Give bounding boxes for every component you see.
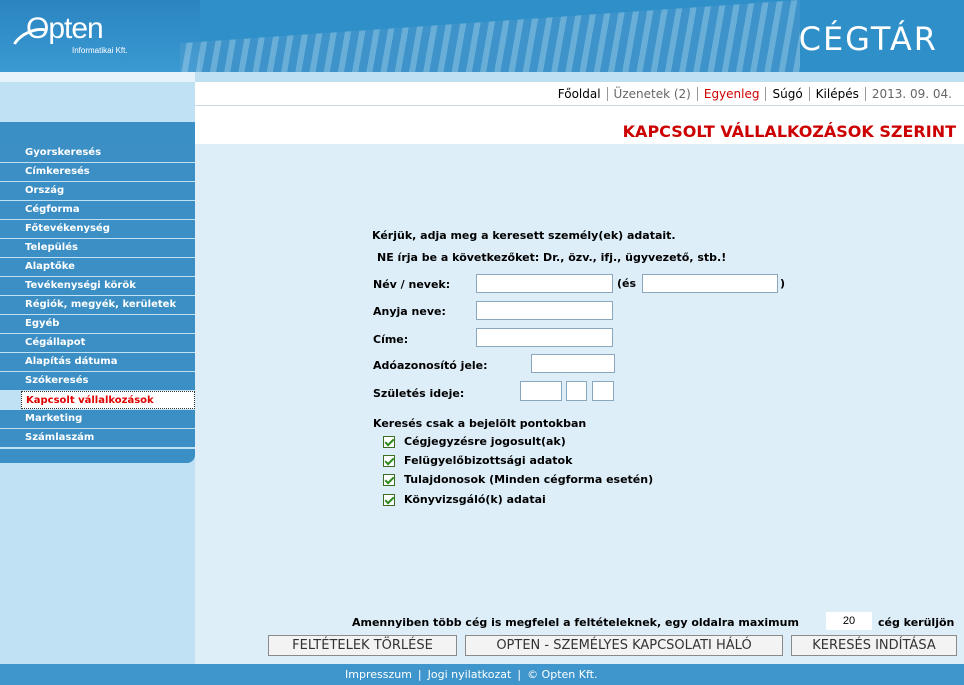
sidebar-item-szamlaszam[interactable]: Számlaszám bbox=[0, 429, 195, 447]
sidebar-menu: Gyorskeresés Címkeresés Ország Cégforma … bbox=[0, 144, 195, 448]
sidebar-item-orszag[interactable]: Ország bbox=[0, 182, 195, 200]
search-form-panel: Kérjük, adja meg a keresett személy(ek) … bbox=[195, 144, 964, 664]
sidebar-item-alapitas-datuma[interactable]: Alapítás dátuma bbox=[0, 353, 195, 371]
current-date: 2013. 09. 04. bbox=[864, 87, 958, 101]
per-page-text-before: Amennyiben több cég is megfelel a feltét… bbox=[352, 616, 799, 629]
name-and-close: ) bbox=[780, 277, 786, 290]
footer-separator: | bbox=[517, 668, 522, 681]
checkbox-label-konyvvizsgalo: Könyvizsgáló(k) adatai bbox=[404, 493, 546, 506]
birth-month-input[interactable] bbox=[566, 381, 587, 401]
checkbox-cegjegyzes[interactable] bbox=[383, 436, 395, 448]
checkbox-label-felugyelobizottsag: Felügyelőbizottsági adatok bbox=[404, 454, 573, 467]
logo-subtitle: Informatikai Kft. bbox=[72, 46, 128, 55]
address-label: Címe: bbox=[373, 333, 409, 346]
checkbox-konyvvizsgalo[interactable] bbox=[383, 494, 395, 506]
checkbox-felugyelobizottsag[interactable] bbox=[383, 455, 395, 467]
tax-id-label: Adóazonosító jele: bbox=[373, 359, 488, 372]
start-search-button[interactable]: KERESÉS INDÍTÁSA bbox=[791, 635, 957, 656]
nav-uzenetek[interactable]: Üzenetek (2) bbox=[606, 87, 697, 101]
logo-name: Opten bbox=[26, 12, 104, 45]
sidebar-item-gyorskereses[interactable]: Gyorskeresés bbox=[0, 144, 195, 162]
title-row: KAPCSOLT VÁLLALKOZÁSOK SZERINT bbox=[195, 106, 964, 144]
birth-day-input[interactable] bbox=[592, 381, 614, 401]
footer-separator: | bbox=[417, 668, 422, 681]
filter-heading: Keresés csak a bejelölt pontokban bbox=[373, 417, 587, 430]
address-input[interactable] bbox=[476, 328, 613, 347]
nav-kilepes[interactable]: Kilépés bbox=[808, 87, 865, 101]
name-label: Név / nevek: bbox=[373, 278, 451, 291]
form-intro: Kérjük, adja meg a keresett személy(ek) … bbox=[372, 229, 676, 242]
mother-name-input[interactable] bbox=[476, 301, 613, 320]
footer-link-impresszum[interactable]: Impresszum bbox=[345, 668, 412, 681]
personal-network-button[interactable]: OPTEN - SZEMÉLYES KAPCSOLATI HÁLÓ bbox=[465, 635, 783, 656]
nav-egyenleg[interactable]: Egyenleg bbox=[696, 87, 766, 101]
sidebar-item-cegforma[interactable]: Cégforma bbox=[0, 201, 195, 219]
nav-sugo[interactable]: Súgó bbox=[765, 87, 808, 101]
header-band bbox=[0, 72, 964, 82]
sidebar-item-telepules[interactable]: Település bbox=[0, 239, 195, 257]
header-banner: Opten Informatikai Kft. CÉGTÁR bbox=[0, 0, 964, 72]
clear-conditions-button[interactable]: FELTÉTELEK TÖRLÉSE bbox=[268, 635, 457, 656]
sidebar-item-szokereses[interactable]: Szókeresés bbox=[0, 372, 195, 390]
sidebar-item-marketing[interactable]: Marketing bbox=[0, 410, 195, 428]
sidebar-item-kapcsolt-vallalkozasok[interactable]: Kapcsolt vállalkozások bbox=[21, 391, 195, 409]
sidebar-item-cegallapot[interactable]: Cégállapot bbox=[0, 334, 195, 352]
sidebar-item-cimkereses[interactable]: Címkeresés bbox=[0, 163, 195, 181]
birth-date-label: Születés ideje: bbox=[373, 387, 465, 400]
top-navigation: Főoldal Üzenetek (2) Egyenleg Súgó Kilépés 20… bbox=[195, 82, 964, 106]
footer: Impresszum | Jogi nyilatkozat | © Opten Kft. bbox=[0, 664, 964, 685]
sidebar-item-fotevekenyseg[interactable]: Főtevékenység bbox=[0, 220, 195, 238]
sidebar-item-regiok[interactable]: Régiók, megyék, kerületek bbox=[0, 296, 195, 314]
checkbox-tulajdonosok[interactable] bbox=[383, 474, 395, 486]
nav-fooldal[interactable]: Főoldal bbox=[552, 87, 607, 101]
sidebar-item-egyeb[interactable]: Egyéb bbox=[0, 315, 195, 333]
footer-link-jogi-nyilatkozat[interactable]: Jogi nyilatkozat bbox=[428, 668, 512, 681]
checkbox-label-tulajdonosok: Tulajdonosok (Minden cégforma esetén) bbox=[404, 473, 654, 486]
tax-id-input[interactable] bbox=[531, 354, 615, 373]
footer-copyright: © Opten Kft. bbox=[527, 668, 598, 681]
app-brand-title: CÉGTÁR bbox=[798, 20, 938, 58]
per-page-text-after: cég kerüljön bbox=[878, 616, 955, 629]
per-page-input[interactable] bbox=[826, 612, 872, 630]
sidebar-item-tevekenysegi-korok[interactable]: Tevékenységi körök bbox=[0, 277, 195, 295]
sidebar-item-alaptoke[interactable]: Alaptőke bbox=[0, 258, 195, 276]
banner-decoration bbox=[180, 0, 800, 72]
form-warning: NE írja be a következőket: Dr., özv., if… bbox=[377, 251, 727, 264]
birth-year-input[interactable] bbox=[520, 381, 562, 401]
sidebar-header bbox=[0, 122, 195, 144]
name-and-open: (és bbox=[617, 277, 637, 290]
sidebar-footer bbox=[0, 449, 195, 463]
page-title: KAPCSOLT VÁLLALKOZÁSOK SZERINT bbox=[622, 122, 956, 141]
checkbox-label-cegjegyzes: Cégjegyzésre jogosult(ak) bbox=[404, 435, 566, 448]
mother-name-label: Anyja neve: bbox=[373, 305, 446, 318]
name-input[interactable] bbox=[476, 274, 613, 293]
name2-input[interactable] bbox=[642, 274, 778, 293]
band-left bbox=[0, 72, 195, 82]
